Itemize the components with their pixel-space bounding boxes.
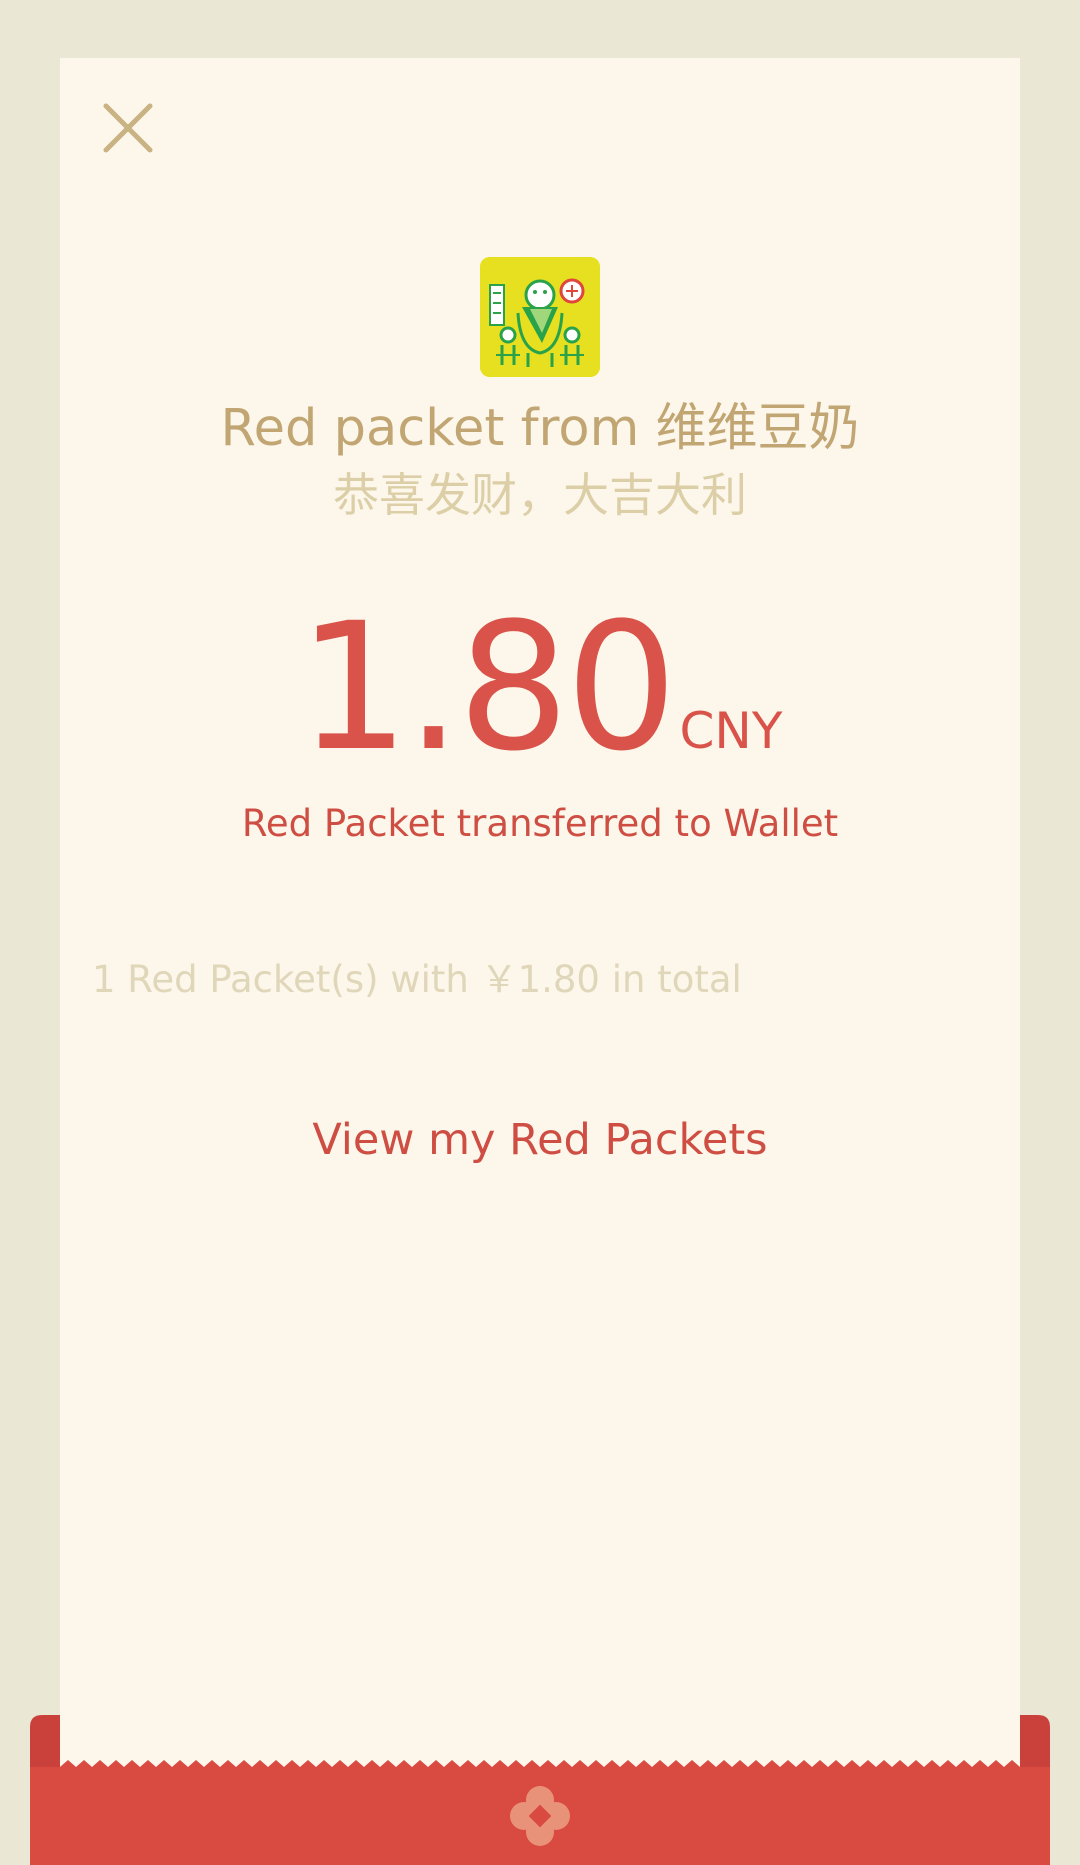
close-button[interactable] [100,100,156,156]
packet-summary: 1 Red Packet(s) with ￥1.80 in total [92,958,742,1001]
sender-title: Red packet from 维维豆奶 [220,399,860,458]
amount-value: 1.80 [297,585,678,790]
amount-display: 1.80 CNY [0,598,1080,778]
sender-avatar-icon [480,257,600,377]
envelope-emblem [508,1784,572,1848]
flower-emblem-icon [510,1786,570,1846]
blessing-message: 恭喜发财，大吉大利 [333,468,747,522]
view-my-red-packets-link[interactable]: View my Red Packets [0,1112,1080,1168]
red-packet-screen: Red packet from 维维豆奶 恭喜发财，大吉大利 1.80 CNY R… [0,0,1080,1865]
currency-unit: CNY [679,702,783,760]
sender-avatar[interactable] [480,257,600,377]
transfer-status: Red Packet transferred to Wallet [241,802,839,845]
close-icon [103,103,153,153]
